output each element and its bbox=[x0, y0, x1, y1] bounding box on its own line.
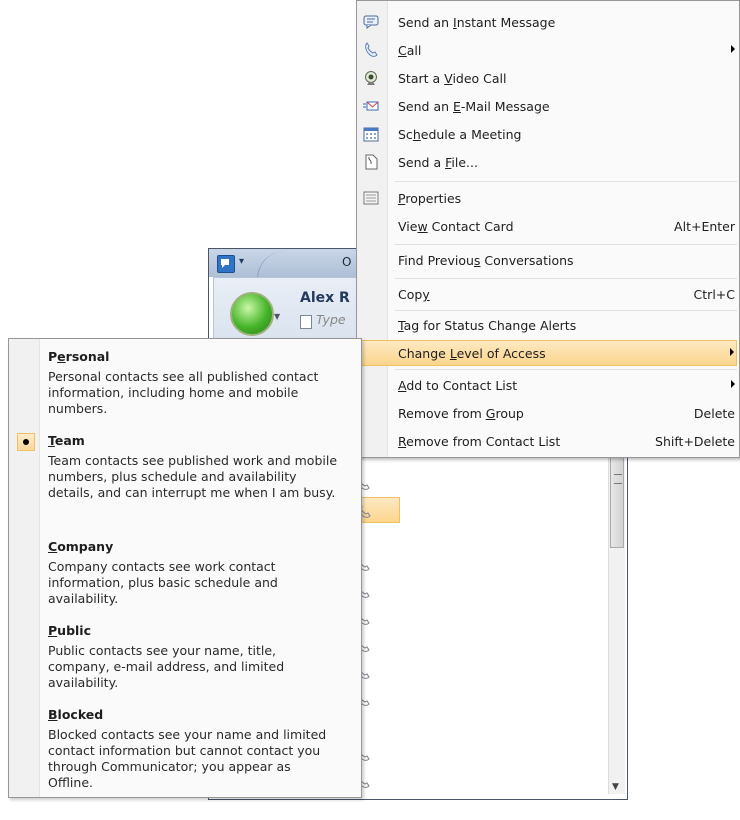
shortcut-ctrl-c: Ctrl+C bbox=[693, 287, 735, 302]
menu-item-tag-status-alerts[interactable]: Tag for Status Change Alerts bbox=[359, 312, 737, 338]
menu-separator bbox=[395, 181, 737, 182]
menu-item-properties[interactable]: Properties bbox=[359, 185, 737, 211]
menu-item-send-email[interactable]: Send an E-Mail Message bbox=[359, 93, 737, 119]
menu-item-send-im[interactable]: Send an Instant Message bbox=[359, 9, 737, 35]
calendar-icon bbox=[363, 127, 379, 142]
presence-status-icon[interactable] bbox=[230, 292, 274, 336]
menu-item-video-call[interactable]: Start a Video Call bbox=[359, 65, 737, 91]
email-icon bbox=[363, 101, 379, 111]
scroll-down-arrow-icon[interactable]: ▼ bbox=[612, 782, 619, 792]
quick-access-dropdown-icon[interactable]: ▾ bbox=[239, 256, 249, 268]
communicator-app-icon[interactable] bbox=[217, 255, 235, 273]
access-level-company[interactable]: Company Company contacts see work contac… bbox=[11, 539, 361, 617]
menu-separator bbox=[395, 369, 737, 370]
window-title: O bbox=[342, 255, 352, 269]
access-level-public[interactable]: Public Public contacts see your name, ti… bbox=[11, 623, 361, 699]
menu-item-schedule-meeting[interactable]: Schedule a Meeting bbox=[359, 121, 737, 147]
access-level-description: Public contacts see your name, title, co… bbox=[48, 643, 285, 690]
access-level-description: Company contacts see work contact inform… bbox=[48, 559, 278, 606]
access-level-personal[interactable]: Personal Personal contacts see all publi… bbox=[11, 349, 361, 429]
menu-item-change-level-of-access[interactable]: Change Level of Access bbox=[359, 340, 737, 366]
menu-item-view-contact-card[interactable]: View Contact Card Alt+Enter bbox=[359, 213, 737, 239]
access-level-team[interactable]: Team Team contacts see published work an… bbox=[11, 433, 361, 533]
personal-note-field[interactable]: Type bbox=[316, 312, 346, 327]
properties-icon bbox=[363, 191, 379, 205]
webcam-icon bbox=[365, 71, 377, 85]
contact-list-scrollbar[interactable]: ▼ bbox=[608, 448, 625, 794]
menu-item-send-file[interactable]: Send a File... bbox=[359, 149, 737, 175]
access-level-description: Blocked contacts see your name and limit… bbox=[48, 727, 327, 790]
menu-separator bbox=[395, 278, 737, 279]
submenu-arrow-icon bbox=[731, 45, 735, 53]
presence-dropdown-icon[interactable]: ▼ bbox=[274, 312, 280, 321]
access-level-description: Team contacts see published work and mob… bbox=[48, 453, 338, 500]
file-icon bbox=[365, 154, 378, 170]
selected-radio-icon bbox=[17, 433, 35, 451]
menu-item-remove-from-group[interactable]: Remove from Group Delete bbox=[359, 400, 737, 426]
access-level-blocked[interactable]: Blocked Blocked contacts see your name a… bbox=[11, 707, 361, 797]
scrollbar-grip bbox=[614, 474, 622, 484]
phone-icon bbox=[365, 42, 378, 57]
menu-item-find-previous-conversations[interactable]: Find Previous Conversations bbox=[359, 247, 737, 273]
scrollbar-thumb[interactable] bbox=[610, 448, 624, 548]
menu-item-add-to-contact-list[interactable]: Add to Contact List bbox=[359, 372, 737, 398]
access-level-submenu: Personal Personal contacts see all publi… bbox=[8, 338, 362, 798]
im-icon bbox=[363, 15, 379, 29]
shortcut-alt-enter: Alt+Enter bbox=[674, 219, 735, 234]
menu-item-call[interactable]: Call bbox=[359, 37, 737, 63]
user-name[interactable]: Alex R bbox=[300, 290, 350, 306]
menu-item-copy[interactable]: Copy Ctrl+C bbox=[359, 281, 737, 307]
menu-separator bbox=[395, 310, 737, 311]
submenu-arrow-icon bbox=[730, 348, 734, 356]
shortcut-shift-delete: Shift+Delete bbox=[655, 434, 735, 449]
submenu-arrow-icon bbox=[731, 380, 735, 388]
access-level-description: Personal contacts see all published cont… bbox=[48, 369, 319, 416]
menu-item-remove-from-contact-list[interactable]: Remove from Contact List Shift+Delete bbox=[359, 428, 737, 454]
menu-separator bbox=[395, 244, 737, 245]
personal-note-icon bbox=[300, 315, 312, 329]
contact-context-menu: Send an Instant Message Call Start a Vid… bbox=[356, 0, 740, 458]
shortcut-delete: Delete bbox=[693, 406, 735, 421]
